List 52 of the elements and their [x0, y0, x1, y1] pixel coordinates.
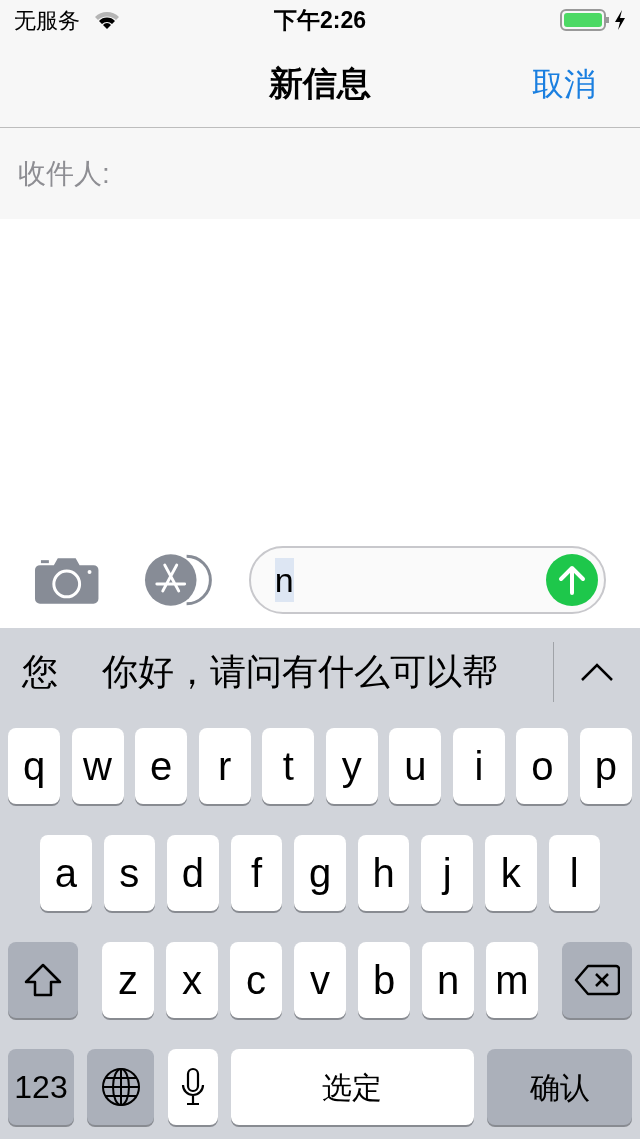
message-field[interactable]: n [248, 546, 606, 614]
letter-key[interactable]: b [358, 942, 410, 1018]
letter-key[interactable]: h [357, 835, 410, 911]
delete-icon [574, 964, 620, 996]
letter-key[interactable]: z [102, 942, 154, 1018]
letter-key[interactable]: x [166, 942, 218, 1018]
candidate-word[interactable]: 您 [22, 645, 58, 699]
letter-key[interactable]: u [389, 728, 442, 804]
recipient-label: 收件人: [18, 156, 110, 191]
shift-icon [23, 962, 63, 998]
letter-key[interactable]: k [484, 835, 537, 911]
space-key[interactable]: 选定 [230, 1049, 474, 1125]
letter-key[interactable]: c [230, 942, 282, 1018]
carrier-text: 无服务 [14, 6, 80, 35]
letter-key[interactable]: y [325, 728, 378, 804]
letter-key[interactable]: m [486, 942, 538, 1018]
wifi-icon [94, 10, 120, 30]
delete-key[interactable] [562, 942, 632, 1018]
letter-key[interactable]: g [294, 835, 346, 911]
shift-key[interactable] [8, 942, 78, 1018]
message-text: n [274, 558, 294, 602]
letter-key[interactable]: q [8, 728, 60, 804]
letter-key[interactable]: i [452, 728, 505, 804]
battery-icon [560, 8, 610, 32]
letter-key[interactable]: v [294, 942, 346, 1018]
letter-key[interactable]: l [548, 835, 601, 911]
confirm-key[interactable]: 确认 [487, 1049, 632, 1125]
letter-key[interactable]: e [135, 728, 188, 804]
letter-key[interactable]: s [103, 835, 156, 911]
globe-icon [100, 1067, 141, 1107]
letter-key[interactable]: o [516, 728, 569, 804]
screen-title: 新信息 [269, 63, 371, 104]
cancel-button[interactable]: 取消 [532, 59, 596, 108]
charging-icon [614, 9, 626, 31]
letter-key[interactable]: t [262, 728, 315, 804]
letter-key[interactable]: f [230, 835, 283, 911]
letter-key[interactable]: p [579, 728, 632, 804]
globe-key[interactable] [87, 1049, 155, 1125]
letter-key[interactable]: a [40, 835, 92, 911]
letter-key[interactable]: j [421, 835, 473, 911]
microphone-key[interactable] [167, 1049, 218, 1125]
candidate-word[interactable]: 你好，请问有什么可以帮 [102, 645, 498, 699]
letter-key[interactable]: r [198, 728, 251, 804]
numbers-key[interactable]: 123 [8, 1049, 74, 1125]
letter-key[interactable]: w [71, 728, 124, 804]
time-text: 下午2:26 [274, 5, 366, 35]
camera-icon [34, 555, 100, 605]
letter-key[interactable]: d [167, 835, 219, 911]
arrow-up-icon [558, 565, 586, 595]
letter-key[interactable]: n [422, 942, 474, 1018]
expand-icon[interactable] [580, 662, 614, 682]
microphone-icon [180, 1067, 205, 1107]
